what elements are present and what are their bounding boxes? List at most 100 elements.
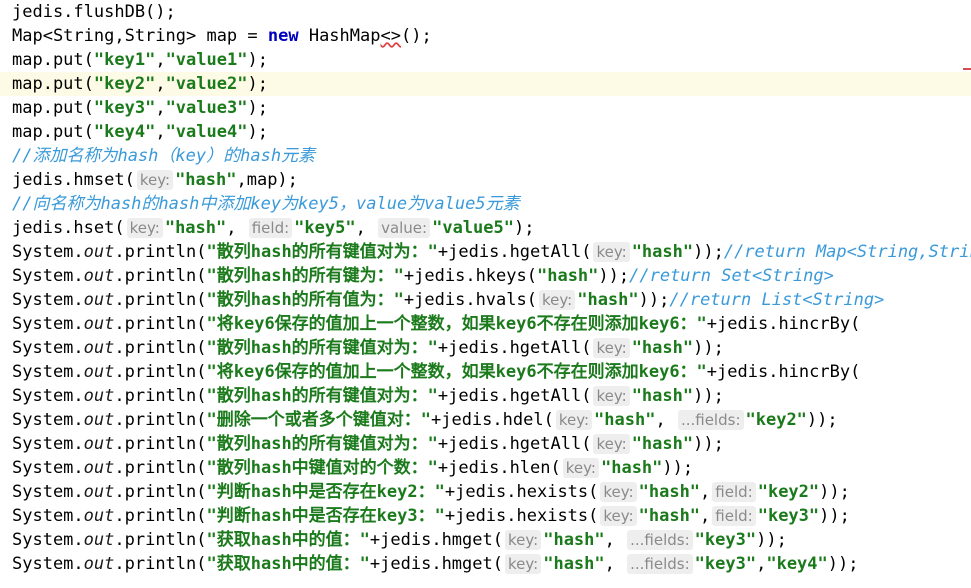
code-token: .println( [114, 410, 207, 430]
code-token: +jedis.hkeys( [403, 266, 537, 286]
code-token: "获取hash中的值：" [206, 554, 370, 574]
code-token: out [83, 242, 115, 262]
parameter-hint: key: [136, 170, 174, 190]
code-token: System. [12, 482, 84, 502]
parameter-hint: key: [504, 554, 542, 574]
code-token: "将key6保存的值加上一个整数，如果key6不存在则添加key6：" [206, 314, 707, 334]
code-line[interactable]: System.out.println("判断hash中是否存在key2："+je… [12, 480, 971, 504]
code-line[interactable]: jedis.hmset(key: "hash",map); [12, 168, 971, 192]
code-line[interactable]: map.put("key4","value4"); [12, 120, 971, 144]
parameter-hint: field: [248, 218, 293, 238]
code-line[interactable]: //添加名称为hash（key）的hash元素 [12, 144, 971, 168]
code-token: "散列hash的所有值为：" [206, 290, 404, 310]
code-token: System. [12, 266, 84, 286]
code-token: jedis.hmset( [12, 170, 135, 190]
code-token: System. [12, 554, 84, 574]
parameter-hint: key: [593, 434, 630, 454]
code-line[interactable]: System.out.println("删除一个或者多个键值对："+jedis.… [12, 408, 971, 432]
code-line[interactable]: //向名称为hash的hash中添加key为key5，value为value5元… [12, 192, 971, 216]
code-line[interactable]: System.out.println("散列hash中键值对的个数："+jedi… [12, 456, 971, 480]
code-token: , [655, 410, 676, 430]
code-token: "key2" [745, 410, 807, 430]
code-token: )); [693, 338, 724, 358]
code-token: "散列hash的所有键值对为：" [206, 242, 438, 262]
parameter-hint: key: [600, 506, 637, 526]
code-token: System. [12, 290, 84, 310]
code-token: )); [693, 242, 724, 262]
code-line[interactable]: System.out.println("获取hash中的值："+jedis.hm… [12, 552, 971, 576]
code-token: "value4" [165, 122, 248, 142]
code-token: "value5" [432, 218, 514, 238]
code-token: System. [12, 386, 84, 406]
code-token: System. [12, 458, 84, 478]
code-token: )); [819, 506, 850, 526]
code-token: "key2" [757, 482, 820, 502]
code-line[interactable]: map.put("key1","value1"); [12, 48, 971, 72]
code-token: ); [247, 98, 268, 118]
code-token: "key3" [757, 506, 820, 526]
code-token: .println( [114, 290, 207, 310]
code-token: "hash" [638, 482, 701, 502]
code-line[interactable]: jedis.hset(key: "hash", field: "key5", val… [12, 216, 971, 240]
code-line[interactable]: System.out.println("散列hash的所有值为："+jedis.… [12, 288, 971, 312]
code-line[interactable]: map.put("key2","value2"); [12, 72, 971, 96]
code-token: "value2" [165, 74, 248, 94]
code-token: "key5" [294, 218, 356, 238]
code-token: out [83, 458, 115, 478]
code-token: , [155, 98, 166, 118]
parameter-hint: value: [378, 218, 431, 238]
code-token: out [83, 386, 115, 406]
code-token: "获取hash中的值：" [206, 530, 370, 550]
code-token: ); [513, 218, 535, 238]
code-token: System. [12, 362, 84, 382]
code-token: "key3" [93, 98, 156, 118]
code-line[interactable]: System.out.println("判断hash中是否存在key3："+je… [12, 504, 971, 528]
code-line[interactable]: System.out.println("将key6保存的值加上一个整数，如果ke… [12, 312, 971, 336]
code-token: out [83, 362, 115, 382]
code-token: .println( [114, 482, 207, 502]
code-token: "散列hash中键值对的个数：" [206, 458, 438, 478]
code-token: +jedis.hlen( [437, 458, 561, 478]
code-token: , [155, 122, 166, 142]
code-token: out [83, 434, 115, 454]
code-token: .println( [114, 314, 207, 334]
code-token: +jedis.hgetAll( [437, 242, 592, 262]
code-token: )); [693, 386, 724, 406]
code-token: System. [12, 434, 84, 454]
code-line[interactable]: System.out.println("将key6保存的值加上一个整数，如果ke… [12, 360, 971, 384]
code-line[interactable]: map.put("key3","value3"); [12, 96, 971, 120]
code-editor[interactable]: jedis.flushDB(); Map<String,String> map =… [0, 0, 971, 588]
parameter-hint: key: [600, 482, 637, 502]
code-line[interactable]: Map<String,String> map = new HashMap<>()… [12, 24, 971, 48]
code-token: jedis.flushDB(); [12, 2, 176, 22]
code-token: "key1" [93, 50, 156, 70]
code-comment: //return Map<String,String> [723, 242, 971, 262]
code-token: out [83, 338, 115, 358]
code-token: .println( [114, 266, 207, 286]
code-line[interactable]: jedis.flushDB(); [12, 0, 971, 24]
code-line[interactable]: System.out.println("散列hash的所有键值对为："+jedi… [12, 336, 971, 360]
code-token: "散列hash的所有键值对为：" [206, 338, 438, 358]
code-line[interactable]: System.out.println("散列hash的所有键为："+jedis.… [12, 264, 971, 288]
code-line[interactable]: System.out.println("散列hash的所有键值对为："+jedi… [12, 432, 971, 456]
parameter-hint: key: [593, 386, 630, 406]
code-token: "散列hash的所有键值对为：" [206, 434, 438, 454]
code-token: "判断hash中是否存在key2：" [206, 482, 445, 502]
code-line[interactable]: System.out.println("获取hash中的值："+jedis.hm… [12, 528, 971, 552]
code-token: "hash" [600, 458, 663, 478]
code-token: +jedis.hdel( [430, 410, 554, 430]
code-token: )); [806, 410, 838, 430]
code-token: +jedis.hexists( [444, 482, 599, 502]
parameter-hint: field: [712, 482, 756, 502]
code-token: ); [247, 50, 268, 70]
code-token: +jedis.hgetAll( [437, 338, 592, 358]
code-token: )); [662, 458, 694, 478]
code-token: , [700, 482, 711, 502]
code-token: , [700, 506, 711, 526]
code-token: +jedis.hexists( [444, 506, 599, 526]
code-token: ); [247, 74, 268, 94]
code-token: new [267, 26, 299, 46]
code-line[interactable]: System.out.println("散列hash的所有键值对为："+jedi… [12, 240, 971, 264]
code-token: .println( [114, 386, 207, 406]
code-line[interactable]: System.out.println("散列hash的所有键值对为："+jedi… [12, 384, 971, 408]
